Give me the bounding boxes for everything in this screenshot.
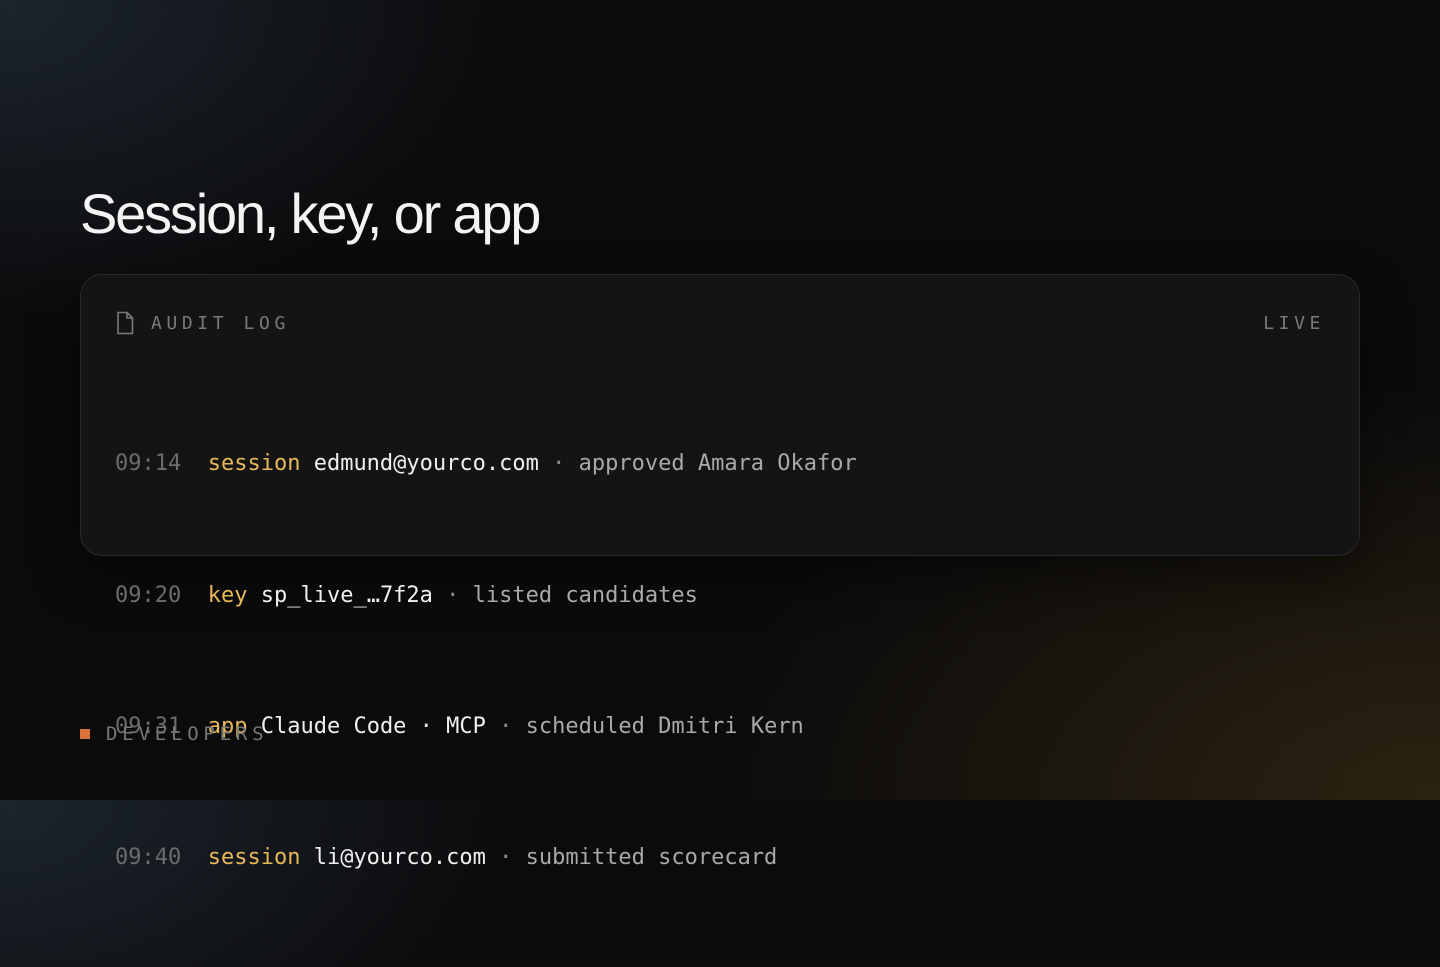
log-entry-separator: ·	[499, 844, 513, 870]
audit-log-list: 09:14 session edmund@yourco.com · approv…	[115, 355, 857, 967]
log-entry-actor: li@yourco.com	[313, 844, 486, 870]
developers-label: DEVELOPERS	[106, 723, 269, 745]
log-entry-kind: session	[207, 844, 301, 870]
page-title: Session, key, or app	[80, 182, 541, 245]
audit-log-title: AUDIT LOG	[115, 311, 290, 335]
square-icon	[80, 729, 90, 739]
log-entry-kind: session	[207, 451, 301, 477]
log-entry-action: scheduled Dmitri Kern	[525, 713, 804, 739]
log-entry: 09:40 session li@yourco.com · submitted …	[115, 836, 857, 880]
log-entry-time: 09:14	[115, 451, 182, 477]
log-entry-separator: ·	[552, 451, 566, 477]
audit-log-label: AUDIT LOG	[151, 312, 290, 334]
document-icon	[115, 311, 135, 335]
audit-log-card: AUDIT LOG LIVE 09:14 session edmund@your…	[80, 274, 1360, 870]
audit-log-header: AUDIT LOG LIVE	[115, 311, 1325, 335]
log-entry-separator: ·	[446, 582, 460, 608]
log-entry-actor: edmund@yourco.com	[313, 451, 539, 477]
log-entry-kind: key	[207, 582, 248, 608]
log-entry: 09:14 session edmund@yourco.com · approv…	[115, 442, 857, 486]
developers-section-label: DEVELOPERS	[80, 722, 268, 746]
log-entry-separator: ·	[499, 713, 513, 739]
live-status-label: LIVE	[1263, 312, 1325, 334]
log-entry-time: 09:40	[115, 844, 182, 870]
log-entry-actor: sp_live_…7f2a	[260, 582, 433, 608]
log-entry: 09:20 key sp_live_…7f2a · listed candida…	[115, 574, 857, 618]
log-entry-time: 09:20	[115, 582, 182, 608]
log-entry-actor: Claude Code · MCP	[260, 713, 486, 739]
log-entry-action: submitted scorecard	[525, 844, 778, 870]
log-entry-action: listed candidates	[472, 582, 698, 608]
log-entry-action: approved Amara Okafor	[578, 451, 857, 477]
